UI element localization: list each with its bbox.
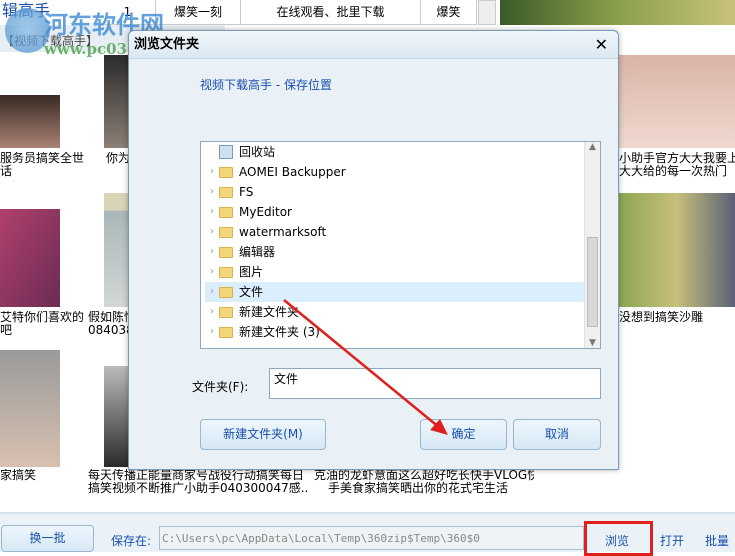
annotation-arrow [283,299,448,435]
open-button[interactable]: 打开 [660,532,684,549]
batch-button[interactable]: 批量 [705,532,729,549]
refresh-batch-button[interactable]: 换一批 [1,525,94,552]
browse-button[interactable]: 浏览 [605,532,629,549]
save-path-input[interactable] [159,526,584,550]
save-location-label: 保存在: [111,534,152,548]
bottom-bar: 换一批 保存在: 浏览 打开 批量 [0,512,735,556]
